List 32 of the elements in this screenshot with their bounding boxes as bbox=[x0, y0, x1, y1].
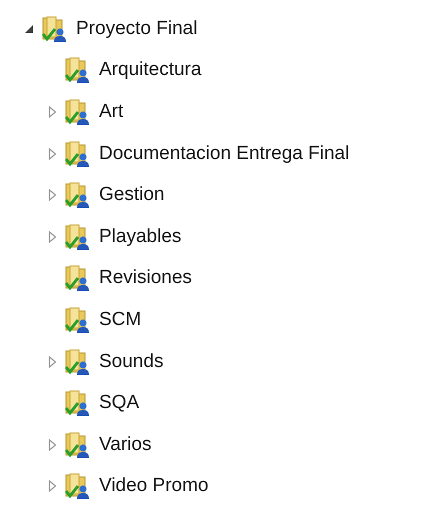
folder-label[interactable]: Revisiones bbox=[99, 267, 192, 290]
folder-label[interactable]: Proyecto Final bbox=[76, 18, 198, 40]
shared-folder-icon bbox=[63, 348, 91, 376]
expand-arrow-icon[interactable] bbox=[48, 356, 56, 368]
expand-arrow-icon[interactable] bbox=[48, 106, 56, 118]
expand-arrow-icon[interactable] bbox=[48, 230, 56, 243]
expand-arrow-icon[interactable] bbox=[48, 189, 56, 202]
folder-label[interactable]: SQA bbox=[99, 392, 140, 414]
shared-folder-icon bbox=[63, 140, 91, 168]
folder-label[interactable]: Sounds bbox=[99, 350, 164, 373]
shared-folder-icon bbox=[63, 56, 91, 84]
folder-label[interactable]: Arquitectura bbox=[99, 59, 202, 82]
shared-folder-icon bbox=[63, 222, 91, 251]
shared-folder-icon bbox=[63, 181, 91, 210]
folder-label[interactable]: Playables bbox=[99, 226, 182, 248]
folder-label[interactable]: Art bbox=[99, 100, 124, 123]
folder-label[interactable]: Gestion bbox=[99, 184, 164, 206]
shared-folder-icon bbox=[63, 472, 91, 500]
expand-arrow-icon[interactable] bbox=[48, 148, 56, 160]
shared-folder-icon bbox=[63, 98, 91, 126]
shared-folder-icon bbox=[63, 306, 91, 334]
folder-label[interactable]: SCM bbox=[99, 308, 142, 331]
folder-label[interactable]: Varios bbox=[99, 434, 152, 456]
collapse-arrow-icon[interactable] bbox=[24, 24, 34, 34]
folder-label[interactable]: Video Promo bbox=[99, 475, 208, 498]
expand-arrow-icon[interactable] bbox=[48, 480, 56, 492]
shared-folder-icon bbox=[63, 264, 91, 292]
folder-label[interactable]: Documentacion Entrega Final bbox=[99, 142, 350, 165]
expand-arrow-icon[interactable] bbox=[48, 438, 56, 451]
shared-folder-icon bbox=[63, 389, 91, 418]
shared-folder-icon bbox=[63, 430, 91, 459]
shared-folder-icon bbox=[40, 14, 68, 43]
